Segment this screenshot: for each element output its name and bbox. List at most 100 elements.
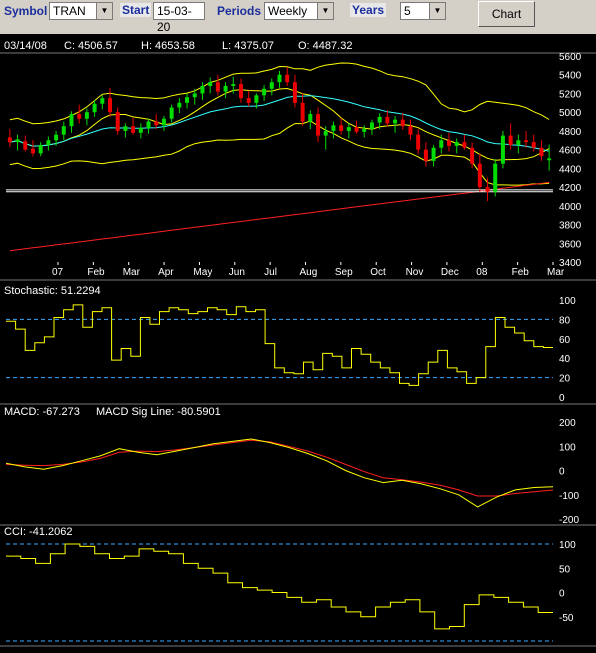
candle-body [215,82,220,92]
candle-body [15,139,20,143]
y-tick-label: 0 [559,467,565,478]
candle-body [493,163,498,192]
candle-body [462,142,467,148]
header-open: O: 4487.32 [298,40,352,52]
symbol-value: TRAN [53,4,86,18]
start-input[interactable]: 15-03-20 [153,2,205,34]
y-tick-label: 5200 [559,89,582,100]
periods-value: Weekly [268,4,308,18]
candle-body [131,126,136,133]
y-tick-label: 100 [559,442,576,453]
header-high: H: 4653.58 [141,40,195,52]
candle-body [231,84,236,86]
x-tick-label: Jun [229,267,245,278]
y-tick-label: 3600 [559,239,582,250]
header-low: L: 4375.07 [222,40,274,52]
candle-body [208,82,213,86]
candle-body [7,137,12,143]
chevron-down-icon[interactable]: ▼ [96,3,112,19]
y-tick-label: 200 [559,418,576,429]
candle-body [446,140,451,146]
y-tick-label: 80 [559,315,571,326]
chart-button[interactable]: Chart [478,1,535,27]
candle-body [416,134,421,150]
x-tick-label: Feb [512,267,530,278]
candle-body [108,98,113,113]
y-tick-label: 20 [559,374,571,385]
start-value: 15-03-20 [157,4,192,34]
candle-body [285,74,290,83]
candle-body [192,93,197,98]
years-dropdown[interactable]: 5 ▼ [400,2,446,20]
x-tick-label: 07 [52,267,64,278]
x-tick-label: Oct [370,267,386,278]
candle-body [500,135,505,164]
y-tick-label: 3800 [559,221,582,232]
macd-title: MACD: -67.273 [4,406,80,418]
years-value: 5 [404,4,411,18]
candle-body [439,140,444,148]
candle-body [238,84,243,99]
y-tick-label: 4800 [559,127,582,138]
candle-body [30,148,35,154]
candle-body [123,126,128,131]
candle-body [524,140,529,143]
candle-body [393,119,398,124]
candle-body [423,149,428,161]
candle-body [454,142,459,146]
candle-body [346,127,351,131]
candle-body [38,144,43,154]
symbol-label: Symbol [4,4,48,18]
y-tick-label: 5600 [559,52,582,63]
candle-body [23,141,28,150]
x-tick-label: Mar [123,267,141,278]
candle-body [377,116,382,123]
y-tick-label: 0 [559,393,565,404]
candle-body [516,140,521,145]
y-tick-label: 5400 [559,71,582,82]
y-tick-label: 4200 [559,183,582,194]
chevron-down-icon[interactable]: ▼ [429,3,445,19]
candle-body [84,112,89,119]
candle-body [262,88,267,96]
cci-title: CCI: -41.2062 [4,526,72,538]
stochastic-title: Stochastic: 51.2294 [4,285,101,297]
candle-body [246,98,251,103]
y-tick-label: -100 [559,491,579,502]
symbol-dropdown[interactable]: TRAN ▼ [49,2,113,20]
x-tick-label: May [193,267,212,278]
x-tick-label: Nov [406,267,424,278]
candle-body [169,107,174,119]
candle-body [223,85,228,92]
candle-body [161,118,166,126]
candle-body [177,102,182,108]
candle-body [408,126,413,135]
candle-body [146,121,151,129]
candle-body [400,119,405,127]
chart-background [0,34,596,653]
periods-label: Periods [217,4,262,18]
candle-body [331,125,336,131]
candle-body [362,129,367,132]
x-tick-label: Dec [441,267,459,278]
chevron-down-icon[interactable]: ▼ [317,3,333,19]
x-tick-label: 08 [476,267,488,278]
candle-body [269,82,274,89]
candle-body [254,95,259,103]
candle-body [277,74,282,83]
y-tick-label: 0 [559,589,565,600]
candle-body [508,135,513,145]
y-tick-label: 40 [559,354,571,365]
periods-dropdown[interactable]: Weekly ▼ [264,2,334,20]
candle-body [61,126,66,135]
x-tick-label: Aug [300,267,318,278]
candle-body [477,163,482,188]
x-tick-label: Sep [335,267,353,278]
header-date: 03/14/08 [4,40,47,52]
macd-signal-title: MACD Sig Line: -80.5901 [96,406,221,418]
y-tick-label: 60 [559,335,571,346]
candle-body [138,128,143,133]
toolbar: Symbol TRAN ▼ Start 15-03-20 Periods Wee… [0,0,596,34]
y-tick-label: -50 [559,613,574,624]
y-tick-label: 100 [559,296,576,307]
